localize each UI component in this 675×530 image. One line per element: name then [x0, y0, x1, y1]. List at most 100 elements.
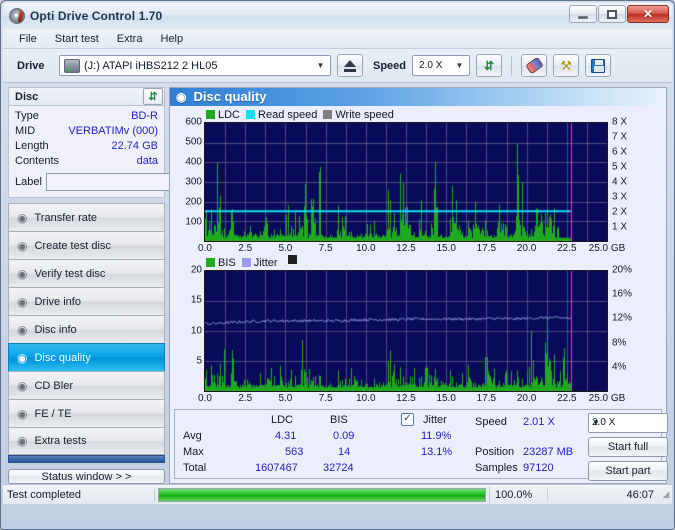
legend-read-speed: Read speed — [246, 109, 317, 121]
refresh-icon: ⇵ — [483, 58, 495, 73]
disc-value-type: BD-R — [131, 110, 158, 122]
nav-list: ◉ Transfer rate ◉ Create test disc ◉ Ver… — [8, 203, 165, 455]
stats-samples-value: 97120 — [523, 461, 554, 474]
disc-key-length: Length — [15, 140, 49, 152]
chart1-right-axis: 1 X 2 X 3 X 4 X 5 X 6 X 7 X 8 X — [608, 116, 652, 242]
chart1-x-axis: 0.0 2.5 5.0 7.5 10.0 12.5 15.0 17.5 20.0 22.5 25.0… — [198, 242, 666, 256]
sidebar-item-drive-info[interactable]: ◉ Drive info — [8, 287, 165, 315]
axis-tick-label: 300 — [185, 176, 202, 188]
chart2-right-axis: 4% 8% 12% 16% 20% — [608, 264, 652, 392]
refresh-button[interactable]: ⇵ — [476, 54, 503, 77]
start-part-button[interactable]: Start part — [588, 460, 668, 481]
stats-col-bis: BIS — [330, 413, 348, 426]
disc-icon: ◉ — [176, 89, 187, 104]
panel-title: Disc quality — [193, 89, 267, 105]
sidebar-item-verify-test-disc[interactable]: ◉ Verify test disc — [8, 259, 165, 287]
stats-panel: LDC BIS ✓ Jitter Avg 4.31 0.09 11.9% Max… — [174, 408, 668, 481]
legend-swatch-jitter — [241, 258, 251, 268]
menu-start-test[interactable]: Start test — [47, 31, 107, 47]
axis-tick-label: 4% — [612, 361, 627, 373]
sidebar-item-fe-te[interactable]: ◉ FE / TE — [8, 399, 165, 427]
stats-row-total-label: Total — [183, 461, 207, 474]
legend-bis: BIS — [206, 257, 236, 269]
speed-select[interactable]: 2.0 X ▼ — [412, 55, 471, 76]
refresh-icon: ⇵ — [148, 91, 158, 103]
speed-select-value: 2.0 X — [419, 60, 443, 71]
stats-speed-value: 2.01 X — [523, 415, 555, 428]
jitter-checkbox[interactable]: ✓ — [401, 412, 414, 426]
axis-tick-label: 25.0 GB — [588, 392, 626, 404]
disc-key-contents: Contents — [15, 155, 60, 167]
axis-tick-label: 0.0 — [198, 242, 212, 254]
progress-percent: 100.0% — [490, 488, 548, 501]
axis-tick-label: 15.0 — [436, 242, 456, 254]
sidebar-item-transfer-rate[interactable]: ◉ Transfer rate — [8, 203, 165, 231]
quality-chart: 100 200 300 400 500 600 1 X 2 X 3 X 4 X 5 X 6 X 7 X… — [170, 116, 666, 242]
axis-tick-label: 600 — [185, 116, 202, 128]
stats-row-avg-label: Avg — [183, 429, 202, 442]
disc-value-length: 22.74 GB — [111, 140, 158, 152]
disc-key-type: Type — [15, 110, 39, 122]
axis-tick-label: 7 X — [612, 131, 628, 143]
menu-help[interactable]: Help — [152, 31, 191, 47]
disc-value-contents: data — [136, 155, 158, 167]
disc-value-mid: VERBATIMv (000) — [68, 125, 158, 137]
sidebar-item-disc-quality[interactable]: ◉ Disc quality — [8, 343, 165, 371]
wrench-icon: ⚒ — [560, 58, 572, 73]
disc-refresh-button[interactable]: ⇵ — [143, 88, 163, 105]
stats-total-bis: 32724 — [323, 461, 354, 474]
disc-section-header: Disc ⇵ — [8, 87, 165, 105]
maximize-button[interactable] — [598, 5, 626, 23]
legend-label-write-speed: Write speed — [335, 108, 394, 121]
chevron-down-icon: ▼ — [316, 61, 325, 70]
menu-extra[interactable]: Extra — [109, 31, 151, 47]
drive-select-value: (J:) ATAPI iHBS212 2 HL05 — [84, 59, 218, 72]
chart2-y-axis: 5 10 15 20 — [170, 264, 204, 392]
disc-section-title: Disc — [15, 90, 39, 103]
axis-tick-label: 12% — [612, 312, 633, 324]
sidebar-item-cd-bler[interactable]: ◉ CD Bler — [8, 371, 165, 399]
sidebar-item-label: Drive info — [34, 295, 81, 308]
axis-tick-label: 100 — [185, 216, 202, 228]
eject-button[interactable] — [337, 54, 363, 77]
axis-tick-label: 17.5 — [476, 392, 497, 404]
sidebar-item-label: CD Bler — [34, 379, 73, 392]
toolbar-divider — [511, 55, 513, 76]
window-controls: ✕ — [569, 5, 669, 23]
drive-select[interactable]: (J:) ATAPI iHBS212 2 HL05 ▼ — [59, 55, 331, 76]
drive-label: Drive — [17, 59, 45, 72]
sidebar-item-disc-info[interactable]: ◉ Disc info — [8, 315, 165, 343]
sidebar-accent-strip — [8, 455, 165, 464]
sidebar-item-label: FE / TE — [34, 407, 72, 420]
disc-key-label: Label — [15, 176, 42, 188]
charts-area: LDC Read speed Write speed 100 200 300 4… — [170, 106, 666, 406]
stats-max-jitter: 13.1% — [421, 445, 453, 458]
erase-button[interactable] — [521, 54, 548, 77]
panel-header: ◉ Disc quality — [170, 88, 666, 106]
test-speed-select[interactable]: 2.0 X ▼ — [588, 412, 668, 433]
menu-file[interactable]: File — [11, 31, 45, 47]
app-disc-icon — [9, 8, 25, 24]
axis-tick-label: 3 X — [612, 191, 628, 203]
eject-icon — [344, 59, 356, 67]
save-button[interactable] — [585, 54, 612, 77]
axis-tick-label: 7.5 — [318, 242, 333, 254]
close-button[interactable]: ✕ — [627, 5, 669, 23]
start-full-button[interactable]: Start full — [588, 436, 668, 457]
sidebar-item-create-test-disc[interactable]: ◉ Create test disc — [8, 231, 165, 259]
status-window-button[interactable]: Status window > > — [8, 469, 165, 484]
disc-info-panel: Type BD-R MID VERBATIMv (000) Length 22.… — [8, 105, 244, 198]
stats-avg-jitter: 11.9% — [421, 429, 452, 442]
sidebar-item-extra-tests[interactable]: ◉ Extra tests — [8, 427, 165, 455]
stats-samples-label: Samples — [475, 461, 518, 474]
minimize-button[interactable] — [569, 5, 597, 23]
axis-tick-label: 20.0 — [516, 392, 537, 404]
sidebar-item-label: Extra tests — [34, 435, 87, 447]
disc-row-contents: Contents data — [15, 154, 158, 169]
disc-key-mid: MID — [15, 125, 36, 137]
axis-tick-label: 6 X — [612, 146, 628, 158]
legend-label-jitter: Jitter — [253, 256, 278, 269]
tools-button[interactable]: ⚒ — [553, 54, 580, 77]
legend-swatch-write-speed — [323, 110, 333, 120]
resize-grip-icon[interactable]: ◢ — [660, 489, 672, 500]
